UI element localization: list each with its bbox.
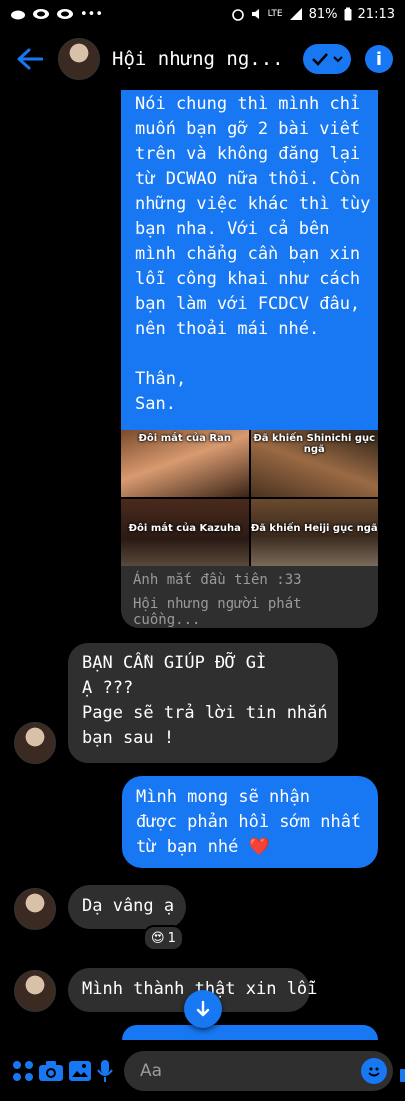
chevron-down-icon [333, 56, 343, 63]
link-preview-title: Ánh mắt đầu tiên :33 [133, 572, 302, 588]
chat-header: Hội nhưng ng... i [0, 28, 405, 90]
message-line: Page sẽ trả lời tin nhắn [82, 703, 328, 723]
arrow-down-icon [196, 1000, 210, 1017]
conversation-title[interactable]: Hội nhưng ng... [112, 48, 303, 70]
message-line: trên và không đăng lại [135, 144, 361, 164]
sender-avatar[interactable] [14, 970, 56, 1012]
gallery-button[interactable] [68, 1051, 92, 1091]
message-line [135, 342, 366, 367]
heart-eyes-emoji-icon: 😍 [151, 930, 165, 946]
message-line: Mình mong sẽ nhận [136, 787, 310, 807]
reaction-count: 1 [167, 930, 176, 946]
back-arrow-icon [17, 48, 43, 70]
message-text: Dạ vâng ạ [82, 896, 175, 916]
link-preview-subtitle: Hội nhưng người phát cuồng... [133, 596, 302, 628]
message-line: được phản hồi sớm nhất [136, 812, 362, 832]
grid-dots-icon [13, 1060, 33, 1081]
composer-bar [0, 1040, 405, 1101]
status-toggle-button[interactable] [303, 44, 351, 74]
conversation-avatar[interactable] [58, 38, 100, 80]
message-line: bạn nha. Với cả bên [135, 219, 330, 239]
network-type: LTE [267, 9, 283, 19]
message-line: lỗi công khai như cách [135, 269, 361, 289]
chat-icon [33, 9, 49, 19]
message-line: từ bạn nhé ❤️ [136, 837, 270, 857]
image-caption: Đã khiến Heiji gục ngã [250, 523, 378, 534]
camera-button[interactable] [38, 1051, 64, 1091]
image-caption: Đôi mắt của Kazuha [128, 523, 241, 534]
check-icon [312, 53, 328, 66]
message-line: Thân, [135, 369, 187, 389]
received-message-auto-reply[interactable]: BẠN CẦN GIÚP ĐỠ GÌ Ạ ??? Page sẽ trả lời… [68, 643, 338, 763]
mute-icon [251, 9, 259, 19]
image-icon [69, 1060, 91, 1081]
more-actions-button[interactable] [12, 1051, 34, 1091]
system-status: LTE 81% 21:13 [231, 6, 395, 22]
shared-image[interactable]: Đôi mắt của Ran Đã khiến Shinichi gục ng… [121, 430, 378, 566]
sent-message-long[interactable]: Nói chung thì mình chỉ muốn bạn gỡ 2 bài… [121, 90, 378, 430]
received-message[interactable]: Dạ vâng ạ [68, 885, 186, 929]
image-panel-ran: Đôi mắt của Ran [121, 430, 249, 497]
alarm-icon [231, 9, 244, 21]
notification-icons: ••• [10, 7, 103, 22]
sender-avatar[interactable] [14, 722, 56, 764]
emoji-button[interactable] [361, 1057, 387, 1084]
battery-icon [344, 7, 352, 21]
message-line: Nói chung thì mình chỉ [135, 94, 361, 114]
link-preview[interactable]: Ánh mắt đầu tiên :33 Hội nhưng người phá… [121, 566, 378, 628]
image-caption: Đôi mắt của Ran [138, 433, 231, 444]
like-button[interactable] [399, 1051, 405, 1091]
more-notifications-icon: ••• [80, 6, 104, 22]
sent-message-partial[interactable] [122, 1025, 378, 1040]
message-line: San. [135, 394, 176, 414]
thumbs-up-icon [400, 1068, 405, 1082]
back-button[interactable] [12, 41, 48, 77]
message-line: Ạ ??? [82, 678, 134, 698]
clock: 21:13 [357, 6, 395, 22]
image-panel-shinichi: Đã khiến Shinichi gục ngã [250, 430, 378, 497]
image-panel-heiji: Đã khiến Heiji gục ngã [250, 499, 378, 566]
message-input-box [124, 1050, 393, 1091]
microphone-icon [97, 1059, 113, 1082]
message-line: từ DCWAO nữa thôi. Còn [135, 169, 361, 189]
image-caption: Đã khiến Shinichi gục ngã [253, 433, 376, 455]
image-panel-kazuha: Đôi mắt của Kazuha [121, 499, 249, 566]
battery-percent: 81% [308, 6, 338, 22]
voice-button[interactable] [96, 1051, 114, 1091]
sent-message[interactable]: Mình mong sẽ nhận được phản hồi sớm nhất… [122, 776, 378, 868]
scroll-to-bottom-button[interactable] [184, 990, 222, 1028]
info-icon: i [375, 48, 383, 70]
message-line: mình chẳng cần bạn xin [135, 244, 361, 264]
smiley-icon [368, 1067, 380, 1076]
message-line: bạn sau ! [82, 728, 175, 748]
message-line: BẠN CẦN GIÚP ĐỠ GÌ [82, 653, 267, 673]
chat-icon [57, 9, 73, 19]
message-line: muốn bạn gỡ 2 bài viết [135, 119, 361, 139]
sender-avatar[interactable] [14, 888, 56, 930]
message-line: bạn làm với FCDCV đâu, [135, 294, 361, 314]
cloud-icon [11, 10, 25, 20]
camera-icon [39, 1060, 63, 1081]
message-line: nên thoải mái nhé. [135, 319, 320, 339]
message-input[interactable] [138, 1059, 361, 1082]
signal-icon [289, 8, 302, 20]
status-bar: ••• LTE 81% 21:13 [0, 0, 405, 28]
info-button[interactable]: i [365, 45, 393, 73]
reaction-badge[interactable]: 😍 1 [143, 925, 184, 951]
message-line: những việc khác thì tùy [135, 194, 371, 214]
